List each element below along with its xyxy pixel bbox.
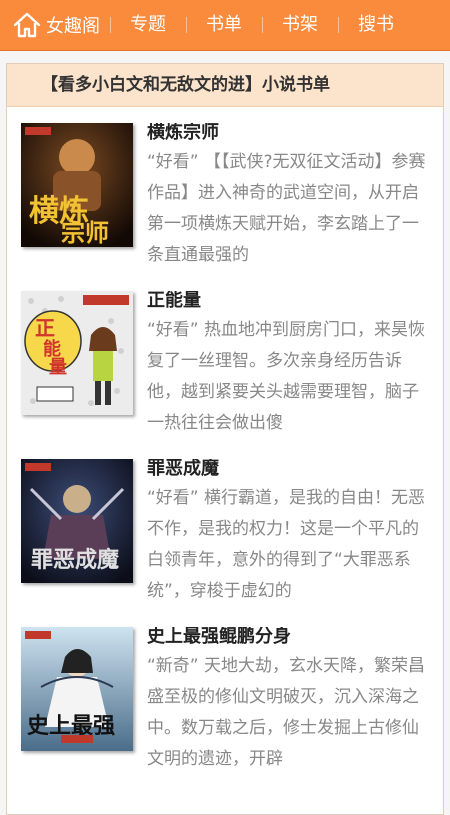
svg-text:正: 正 [35,316,55,340]
nav-topics[interactable]: 专题 [110,0,186,50]
book-tag: “好看” [147,152,199,172]
home-icon [13,12,41,38]
book-tag: “好看” [147,320,199,340]
book-description: “好看” 【【武侠?无双征文活动】参赛作品】进入神奇的武道空间，从开启第一项横炼… [147,147,433,271]
book-title[interactable]: 正能量 [147,291,433,315]
panel-title: 【看多小白文和无敌文的进】小说书单 [7,64,443,107]
booklist-panel: 【看多小白文和无敌文的进】小说书单 横炼 宗师 横炼宗师 “好看” 【【武侠?无… [6,63,444,815]
site-name: 女趣阁 [46,16,100,37]
nav-search[interactable]: 搜书 [338,0,414,50]
book-item[interactable]: 罪恶成魔 罪恶成魔 “好看” 横行霸道，是我的自由！无恶不作，是我的权力！这是一… [7,443,443,611]
book-description: “新奇” 天地大劫，玄水天降，繁荣昌盛至极的修仙文明破灭，沉入深海之中。数万载之… [147,651,433,775]
book-cover[interactable]: 史上最强 [21,627,133,751]
home-link[interactable]: 女趣阁 [0,0,110,50]
svg-text:罪恶成魔: 罪恶成魔 [31,547,119,573]
svg-text:量: 量 [49,356,67,378]
book-cover[interactable]: 罪恶成魔 [21,459,133,583]
svg-text:宗师: 宗师 [61,218,109,247]
book-title[interactable]: 罪恶成魔 [147,459,433,483]
book-item[interactable]: 正 能 量 正能量 “好看” 热血地冲到厨房门口，来昊恢复了一丝理智。多次亲身经… [7,275,443,443]
nav-bookshelf[interactable]: 书架 [262,0,338,50]
nav-booklist[interactable]: 书单 [186,0,262,50]
book-tag: “好看” [147,488,199,508]
book-title[interactable]: 史上最强鲲鹏分身 [147,627,433,651]
top-nav-bar: 女趣阁 专题 书单 书架 搜书 [0,0,450,51]
book-tag: “新奇” [147,656,199,676]
book-item[interactable]: 横炼 宗师 横炼宗师 “好看” 【【武侠?无双征文活动】参赛作品】进入神奇的武道… [7,107,443,275]
book-description: “好看” 横行霸道，是我的自由！无恶不作，是我的权力！这是一个平凡的白领青年，意… [147,483,433,607]
book-cover[interactable]: 横炼 宗师 [21,123,133,247]
book-description: “好看” 热血地冲到厨房门口，来昊恢复了一丝理智。多次亲身经历告诉他，越到紧要关… [147,315,433,439]
book-title[interactable]: 横炼宗师 [147,123,433,147]
book-cover[interactable]: 正 能 量 [21,291,133,415]
book-item[interactable]: 史上最强 史上最强鲲鹏分身 “新奇” 天地大劫，玄水天降，繁荣昌盛至极的修仙文明… [7,611,443,779]
